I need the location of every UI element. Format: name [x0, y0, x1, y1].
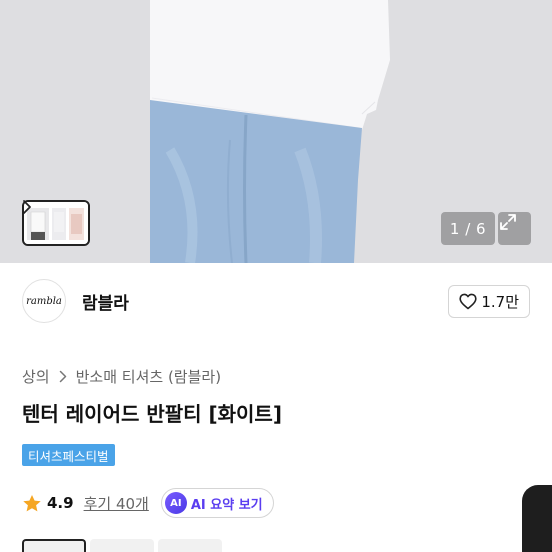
brand-row: rambla 람블라 1.7만 [22, 277, 530, 325]
color-option-list [22, 539, 222, 552]
ai-summary-button[interactable]: AI AI 요약 보기 [160, 488, 274, 518]
color-option-white[interactable] [22, 539, 86, 552]
expand-image-button[interactable] [498, 212, 531, 245]
event-tag[interactable]: 티셔츠페스티벌 [22, 444, 115, 466]
breadcrumb-item-subcategory[interactable]: 반소매 티셔츠 (람블라) [76, 366, 221, 387]
color-option-3[interactable] [158, 539, 222, 552]
like-count: 1.7만 [481, 292, 519, 311]
hero-thumbnail-strip[interactable] [22, 199, 114, 247]
review-count-link[interactable]: 후기 40개 [84, 493, 149, 514]
breadcrumb-item-category[interactable]: 상의 [22, 366, 50, 387]
brand-logo[interactable]: rambla [22, 279, 66, 323]
heart-outline-icon [459, 293, 477, 309]
star-icon [23, 494, 41, 511]
product-hero-image[interactable]: 1 / 6 [0, 0, 552, 263]
color-option-2[interactable] [90, 539, 154, 552]
hero-thumbnail[interactable] [22, 200, 90, 246]
thumbnail-next-button[interactable] [23, 200, 114, 246]
rating-row: 4.9 후기 40개 AI AI 요약 보기 [22, 487, 274, 519]
like-button[interactable]: 1.7만 [448, 284, 530, 318]
image-counter: 1 / 6 [441, 212, 495, 245]
rating-score: 4.9 [47, 494, 74, 512]
product-title: 텐터 레이어드 반팔티 [화이트] [22, 402, 282, 426]
floating-action-button[interactable] [522, 485, 552, 552]
expand-icon [500, 214, 516, 230]
brand-name[interactable]: 람블라 [82, 289, 129, 314]
ai-badge-icon: AI [164, 492, 187, 514]
chevron-right-icon [23, 200, 31, 214]
breadcrumb: 상의 반소매 티셔츠 (람블라) [22, 366, 221, 387]
ai-summary-label: AI 요약 보기 [190, 497, 263, 513]
chevron-right-icon [59, 370, 67, 383]
